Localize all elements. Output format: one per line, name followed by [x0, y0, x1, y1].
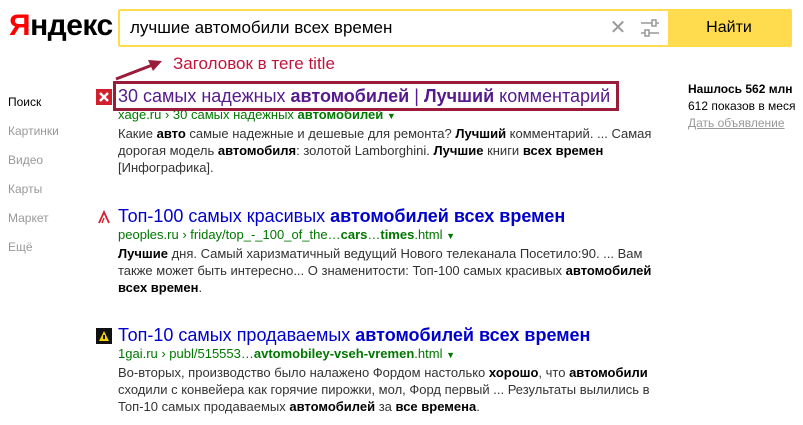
url-path: › friday/top_-_100_of_the… [178, 227, 341, 242]
impressions-count: 612 показов в меся [688, 99, 796, 113]
url-highlight: avtomobiley-vseh-vremen [253, 346, 415, 361]
result-url[interactable]: peoples.ru › friday/top_-_100_of_the…car… [118, 227, 455, 244]
search-button[interactable]: Найти [668, 11, 790, 45]
result-title-link[interactable]: Топ-10 самых продаваемых автомобилей все… [118, 324, 590, 346]
result-snippet: Лучшие дня. Самый харизматичный ведущий … [118, 246, 652, 295]
nav-video[interactable]: Видео [8, 152, 59, 181]
search-input[interactable]: лучшие автомобили всех времен [120, 11, 604, 45]
result-title-link[interactable]: Топ-100 самых красивых автомобилей всех … [118, 205, 565, 227]
close-icon[interactable]: ✕ [604, 11, 632, 45]
url-highlight: times [380, 227, 415, 242]
title-highlight-box [113, 81, 619, 111]
nav-search[interactable]: Поиск [8, 94, 59, 123]
result-snippet: Какие авто самые надежные и дешевые для … [118, 126, 652, 175]
filters-icon[interactable] [632, 11, 668, 45]
1gai-favicon [96, 328, 112, 344]
url-path: .html [414, 346, 443, 361]
annotation-text: Заголовок в теге title [173, 54, 335, 73]
xage-favicon [96, 89, 112, 105]
url-domain: 1gai.ru [118, 346, 158, 361]
nav-images[interactable]: Картинки [8, 123, 59, 152]
logo-first-letter: Я [9, 9, 31, 42]
url-path: .html [414, 227, 443, 242]
nav-more[interactable]: Ещё [8, 239, 59, 268]
title-highlight: автомобилей всех времен [330, 206, 566, 226]
url-domain: peoples.ru [118, 227, 179, 242]
chevron-down-icon[interactable]: ▼ [446, 350, 455, 360]
nav-maps[interactable]: Карты [8, 181, 59, 210]
result-url[interactable]: 1gai.ru › publ/515553…avtomobiley-vseh-v… [118, 346, 455, 363]
title-highlight: автомобилей всех времен [355, 325, 591, 345]
logo-rest: ндекс [30, 9, 113, 42]
results-count: Нашлось 562 млн [688, 82, 793, 96]
chevron-down-icon[interactable]: ▼ [446, 231, 455, 241]
url-highlight: cars [340, 227, 368, 242]
title-text: Топ-10 самых продаваемых [118, 325, 356, 345]
yandex-logo[interactable]: Яндекс [9, 9, 113, 43]
nav-market[interactable]: Маркет [8, 210, 59, 239]
url-path: … [367, 227, 381, 242]
place-ad-link[interactable]: Дать объявление [688, 115, 795, 132]
result-snippet: Во-вторых, производство было налажено Фо… [118, 365, 650, 414]
title-text: Топ-100 самых красивых [118, 206, 331, 226]
search-bar: лучшие автомобили всех времен ✕ Найти [118, 9, 792, 47]
chevron-down-icon[interactable]: ▼ [387, 111, 396, 121]
url-path: › publ/515553… [157, 346, 254, 361]
peoples-favicon [96, 209, 112, 225]
results-stats: Нашлось 562 млн 612 показов в меся Дать … [688, 81, 795, 132]
sidebar-nav: Поиск Картинки Видео Карты Маркет Ещё [8, 94, 59, 268]
